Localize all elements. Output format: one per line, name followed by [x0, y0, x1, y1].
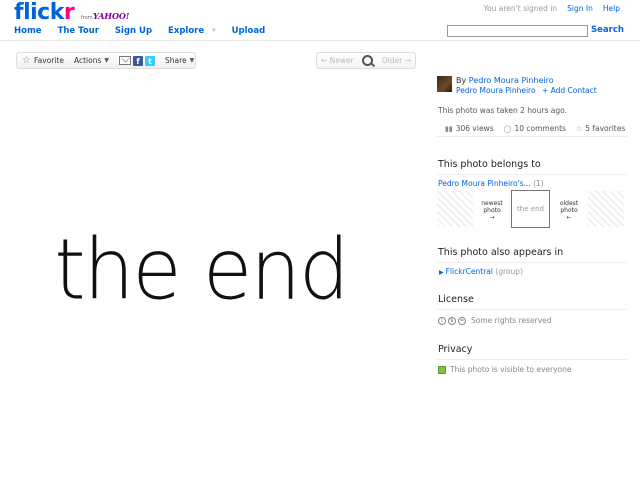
favorite-button[interactable]: ☆ Favorite: [17, 53, 69, 68]
account-links: You aren't signed in Sign In Help: [483, 4, 620, 13]
comments-count: 10 comments: [514, 123, 566, 133]
help-link[interactable]: Help: [603, 4, 620, 13]
oldest-photo-link[interactable]: oldest photo ←: [550, 191, 588, 227]
share-icons: f t: [114, 53, 160, 68]
chevron-down-icon[interactable]: ▾: [212, 26, 216, 36]
header-divider: [0, 40, 640, 41]
older-button[interactable]: Older →: [382, 56, 411, 65]
zoom-icon[interactable]: [362, 55, 374, 66]
signed-out-status: You aren't signed in: [483, 4, 558, 13]
divider: [437, 174, 627, 175]
twitter-icon[interactable]: t: [144, 55, 155, 66]
public-icon: [438, 365, 446, 374]
newer-label: Newer: [329, 56, 354, 65]
photo-label: photo: [560, 207, 578, 214]
nav-explore[interactable]: Explore: [168, 26, 204, 36]
nav-home[interactable]: Home: [14, 26, 42, 36]
facebook-icon[interactable]: f: [132, 55, 143, 66]
photo-content-text: the end: [54, 220, 349, 319]
by-label: By: [456, 76, 467, 85]
add-contact-link[interactable]: + Add Contact: [542, 86, 597, 95]
newer-button[interactable]: ← Newer: [321, 56, 354, 65]
views-stat: ▮▮ 306 views: [445, 124, 494, 133]
photostream-label: Pedro Moura Pinheiro's...: [438, 179, 531, 188]
photo-stats: ▮▮ 306 views ◯ 10 comments ☆ 5 favorites: [437, 119, 627, 137]
arrow-left-icon: ←: [566, 214, 572, 221]
newest-label: newest: [481, 200, 503, 207]
main-photo[interactable]: the end: [16, 72, 416, 480]
empty-thumb: [437, 191, 473, 227]
group-suffix: (group): [495, 267, 523, 276]
views-count: 306 views: [455, 123, 494, 133]
main-nav: Home The Tour Sign Up Explore ▾ Upload: [14, 26, 265, 36]
chevron-down-icon: ▼: [104, 57, 109, 64]
divider: [437, 359, 627, 360]
actions-label: Actions: [73, 56, 102, 65]
email-icon[interactable]: [118, 56, 131, 65]
comments-stat[interactable]: ◯ 10 comments: [504, 124, 566, 133]
photo-pager: ← Newer Older →: [316, 52, 416, 69]
star-icon: ☆: [22, 55, 31, 66]
license-info[interactable]: i $ = Some rights reserved: [438, 316, 552, 325]
flickr-logo[interactable]: flickr: [14, 0, 75, 25]
nav-tour[interactable]: The Tour: [58, 26, 99, 36]
owner-name-link[interactable]: Pedro Moura Pinheiro: [456, 86, 536, 95]
favorites-count: 5 favorites: [585, 123, 626, 133]
nav-upload[interactable]: Upload: [232, 26, 266, 36]
divider: [437, 309, 627, 310]
comment-icon: ◯: [503, 124, 512, 133]
owner-line: By Pedro Moura Pinheiro: [456, 76, 554, 85]
privacy-info: This photo is visible to everyone: [438, 365, 572, 374]
current-photo-thumb[interactable]: the end: [511, 190, 550, 228]
star-icon: ☆: [575, 124, 583, 133]
logo-text: flick: [14, 0, 64, 25]
empty-thumb: [588, 191, 624, 227]
share-label: Share: [164, 56, 187, 65]
arrow-right-icon: →: [489, 214, 495, 221]
yahoo-logo: YAHOO!: [93, 11, 130, 21]
oldest-label: oldest: [559, 200, 579, 207]
license-text: Some rights reserved: [471, 316, 552, 325]
taken-date: This photo was taken 2 hours ago.: [438, 106, 567, 115]
search-button[interactable]: Search: [591, 25, 624, 35]
search-input[interactable]: [447, 25, 588, 37]
owner-subline: Pedro Moura Pinheiro + Add Contact: [456, 86, 597, 95]
share-button[interactable]: Share ▼: [160, 53, 199, 68]
cc-by-icon: i: [438, 316, 446, 325]
triangle-right-icon: ▶: [439, 269, 444, 276]
photo-label: photo: [483, 207, 501, 214]
photostream-link[interactable]: Pedro Moura Pinheiro's... (1): [438, 179, 544, 188]
bar-chart-icon: ▮▮: [445, 124, 453, 133]
newest-photo-link[interactable]: newest photo →: [473, 191, 511, 227]
from-label: from: [81, 15, 93, 21]
cc-nc-icon: $: [448, 316, 456, 325]
older-label: Older: [381, 56, 403, 65]
nav-signup[interactable]: Sign Up: [115, 26, 152, 36]
favorite-label: Favorite: [33, 56, 64, 65]
favorites-stat[interactable]: ☆ 5 favorites: [576, 124, 625, 133]
logo-text-accent: r: [63, 0, 75, 25]
group-name: FlickrCentral: [445, 267, 493, 276]
sign-in-link[interactable]: Sign In: [567, 4, 593, 13]
appears-heading: This photo also appears in: [438, 247, 564, 258]
belongs-heading: This photo belongs to: [438, 159, 541, 170]
privacy-heading: Privacy: [438, 344, 473, 355]
photostream-strip: newest photo → the end oldest photo ←: [437, 190, 627, 228]
license-heading: License: [438, 294, 474, 305]
avatar[interactable]: [437, 76, 452, 92]
chevron-down-icon: ▼: [189, 57, 195, 64]
privacy-text: This photo is visible to everyone: [450, 365, 572, 374]
group-link[interactable]: ▶ FlickrCentral (group): [439, 267, 523, 276]
cc-nd-icon: =: [458, 316, 466, 325]
photostream-count: (1): [533, 179, 544, 188]
owner-link[interactable]: Pedro Moura Pinheiro: [469, 76, 554, 85]
actions-button[interactable]: Actions ▼: [69, 53, 114, 68]
divider: [437, 262, 627, 263]
photo-toolbar: ☆ Favorite Actions ▼ f t Share ▼: [16, 52, 196, 69]
